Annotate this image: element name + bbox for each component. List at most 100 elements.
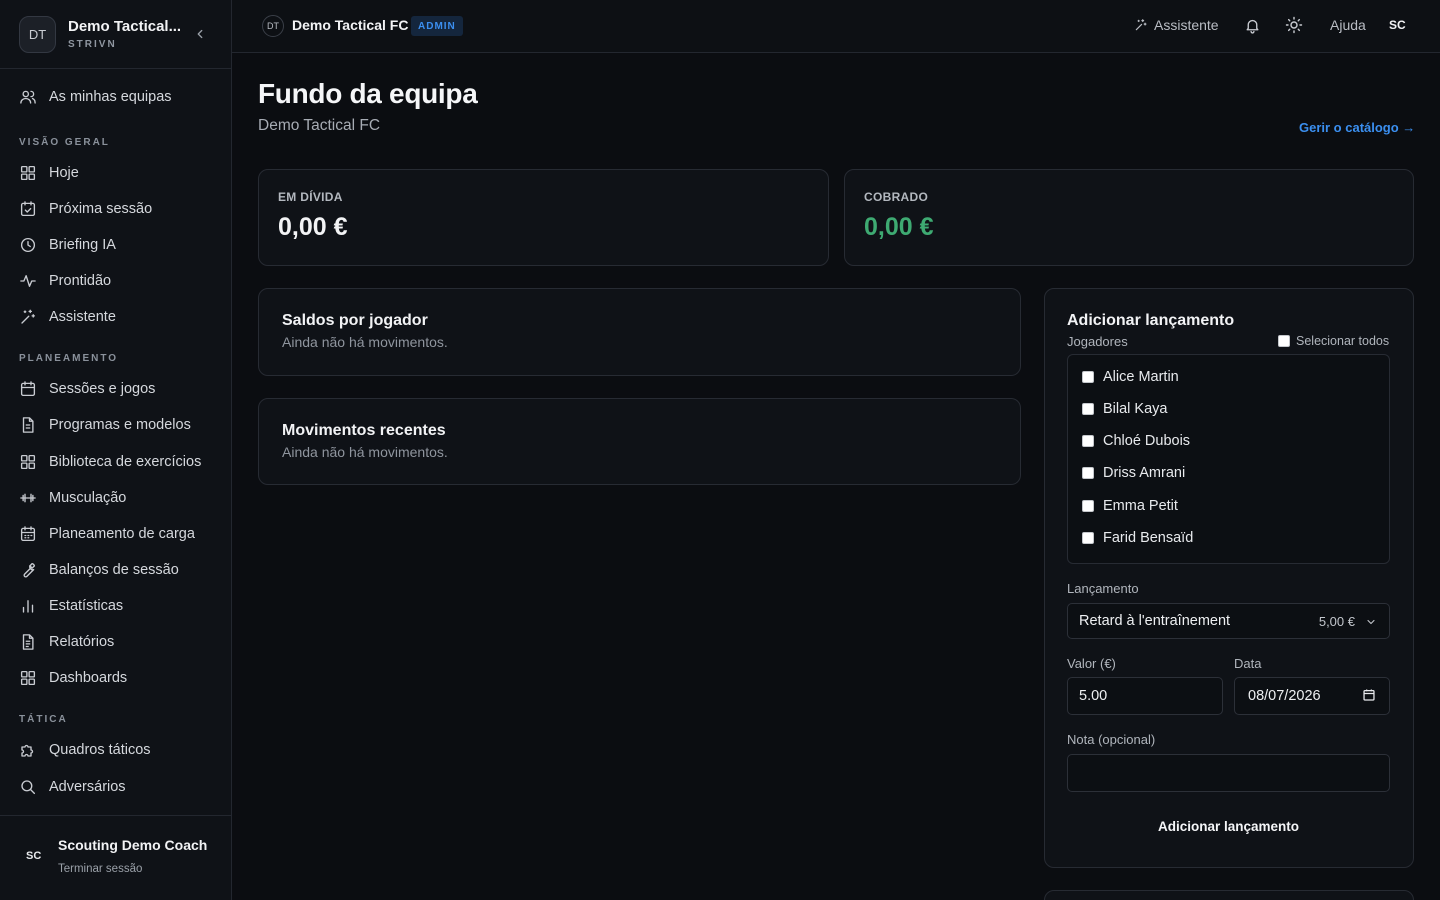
player-name: Driss Amrani [1103, 465, 1186, 481]
sidebar-item-opponents[interactable]: Adversários [19, 773, 219, 801]
chevron-left-icon[interactable] [193, 27, 207, 41]
sidebar-item-load-planning[interactable]: Planeamento de carga [19, 520, 219, 548]
sidebar-item-label: Hoje [49, 165, 79, 181]
sidebar-item-label: Prontidão [49, 273, 112, 289]
sidebar-item-tactic-boards[interactable]: Quadros táticos [19, 736, 219, 764]
checkbox[interactable] [1082, 371, 1094, 383]
player-checkbox[interactable]: Chloé Dubois [1082, 431, 1190, 451]
sidebar-item-programs[interactable]: Programas e modelos [19, 411, 219, 439]
sidebar-item-session-reviews[interactable]: Balanços de sessão [19, 556, 219, 584]
player-name: Bilal Kaya [1103, 401, 1168, 417]
player-list[interactable]: Alice Martin Bilal Kaya Chloé Dubois Dri… [1067, 354, 1390, 564]
player-checkbox[interactable]: Driss Amrani [1082, 463, 1185, 483]
breadcrumb-team-name[interactable]: Demo Tactical FC [292, 17, 408, 33]
sidebar-item-today[interactable]: Hoje [19, 159, 219, 187]
checkbox[interactable] [1278, 335, 1290, 347]
sidebar-item-label: Biblioteca de exercícios [49, 454, 202, 470]
sparkles-icon [1135, 19, 1147, 31]
date-value: 08/07/2026 [1248, 688, 1321, 704]
assistant-button[interactable]: Assistente [1134, 17, 1219, 33]
checkbox[interactable] [1082, 435, 1094, 447]
balances-card: Saldos por jogador Ainda não há moviment… [258, 288, 1021, 376]
sidebar-item-briefing-ia[interactable]: Briefing IA [19, 231, 219, 259]
role-badge: ADMIN [411, 16, 463, 36]
amount-value: 5.00 [1079, 688, 1108, 704]
sidebar-item-my-teams[interactable]: As minhas equipas [19, 83, 219, 111]
help-link[interactable]: Ajuda [1330, 17, 1366, 33]
sparkles-icon [21, 309, 36, 324]
amount-label: Valor (€) [1067, 656, 1116, 671]
entry-selected-value: Retard à l'entraînement [1079, 613, 1231, 629]
entry-select[interactable]: Retard à l'entraînement 5,00 € [1067, 603, 1390, 639]
sidebar-item-statistics[interactable]: Estatísticas [19, 592, 219, 620]
player-name: Chloé Dubois [1103, 433, 1191, 449]
calendar-icon [20, 381, 36, 397]
sidebar-item-label: Relatórios [49, 634, 115, 650]
player-checkbox[interactable]: Emma Petit [1082, 496, 1178, 516]
player-checkbox[interactable]: Farid Bensaïd [1082, 528, 1193, 548]
team-switcher[interactable]: DT Demo Tactical... STRIVN [0, 0, 231, 69]
sidebar-item-label: As minhas equipas [49, 89, 172, 105]
stat-value: 0,00 € [278, 213, 348, 241]
sidebar-item-readiness[interactable]: Prontidão [19, 267, 219, 295]
sidebar-item-strength[interactable]: Musculação [19, 484, 219, 512]
user-name: Scouting Demo Coach [58, 837, 208, 853]
section-label-overview: VISÃO GERAL [19, 137, 110, 148]
wrench-icon [23, 562, 36, 578]
checkbox[interactable] [1082, 467, 1094, 479]
sidebar-item-label: Estatísticas [49, 598, 124, 614]
sidebar-item-assistant[interactable]: Assistente [19, 303, 219, 331]
stat-value: 0,00 € [864, 213, 934, 241]
calendar-check-icon [20, 201, 36, 217]
user-menu[interactable]: SC Scouting Demo Coach Terminar sessão [0, 815, 231, 900]
topbar: DT Demo Tactical FC ADMIN Assistente Aju… [232, 0, 1440, 53]
note-input[interactable] [1067, 754, 1390, 792]
movements-card: Movimentos recentes Ainda não há movimen… [258, 398, 1021, 485]
player-name: Alice Martin [1103, 369, 1179, 385]
sidebar-item-label: Balanços de sessão [49, 562, 179, 578]
grid-icon [20, 454, 36, 470]
team-avatar-small: DT [262, 15, 284, 37]
select-all-checkbox[interactable]: Selecionar todos [1278, 334, 1389, 348]
puzzle-icon [21, 744, 34, 757]
empty-state: Ainda não há movimentos. [282, 444, 448, 460]
sidebar-item-label: Planeamento de carga [49, 526, 195, 542]
user-avatar-top[interactable]: SC [1389, 18, 1406, 32]
checkbox[interactable] [1082, 403, 1094, 415]
manage-catalog-link[interactable]: Gerir o catálogo → [1299, 120, 1415, 135]
sidebar-item-next-session[interactable]: Próxima sessão [19, 195, 219, 223]
card-title: Saldos por jogador [282, 312, 428, 329]
next-card [1044, 890, 1414, 900]
sidebar-item-dashboards[interactable]: Dashboards [19, 664, 219, 692]
dumbbell-icon [20, 493, 36, 503]
sidebar-item-exercise-library[interactable]: Biblioteca de exercícios [19, 448, 219, 476]
calendar-grid-icon [20, 526, 36, 542]
date-input[interactable]: 08/07/2026 [1234, 677, 1390, 715]
sidebar-item-reports[interactable]: Relatórios [19, 628, 219, 656]
stat-card-debt: EM DÍVIDA 0,00 € [258, 169, 829, 266]
bell-icon[interactable] [1244, 17, 1261, 34]
players-label: Jogadores [1067, 334, 1128, 349]
player-checkbox[interactable]: Bilal Kaya [1082, 399, 1167, 419]
sidebar-item-label: Assistente [49, 309, 116, 325]
checkbox[interactable] [1082, 500, 1094, 512]
entry-price: 5,00 € [1318, 614, 1355, 629]
sidebar-item-label: Quadros táticos [49, 742, 151, 758]
sidebar-item-label: Adversários [49, 779, 126, 795]
sun-icon[interactable] [1285, 16, 1303, 34]
add-entry-button[interactable]: Adicionar lançamento [1067, 809, 1390, 843]
checkbox[interactable] [1082, 532, 1094, 544]
calendar-icon[interactable] [1362, 688, 1376, 702]
stat-label: EM DÍVIDA [278, 190, 343, 204]
sidebar: DT Demo Tactical... STRIVN As minhas equ… [0, 0, 232, 900]
search-icon [21, 780, 36, 795]
user-avatar: SC [26, 850, 42, 862]
amount-input[interactable]: 5.00 [1067, 677, 1223, 715]
sidebar-item-sessions-games[interactable]: Sessões e jogos [19, 375, 219, 403]
stat-card-collected: COBRADO 0,00 € [844, 169, 1414, 266]
users-icon [20, 90, 36, 104]
section-label-planning: PLANEAMENTO [19, 353, 119, 364]
logout-link[interactable]: Terminar sessão [58, 863, 142, 875]
player-checkbox[interactable]: Alice Martin [1082, 367, 1179, 387]
grid-icon [20, 670, 36, 686]
